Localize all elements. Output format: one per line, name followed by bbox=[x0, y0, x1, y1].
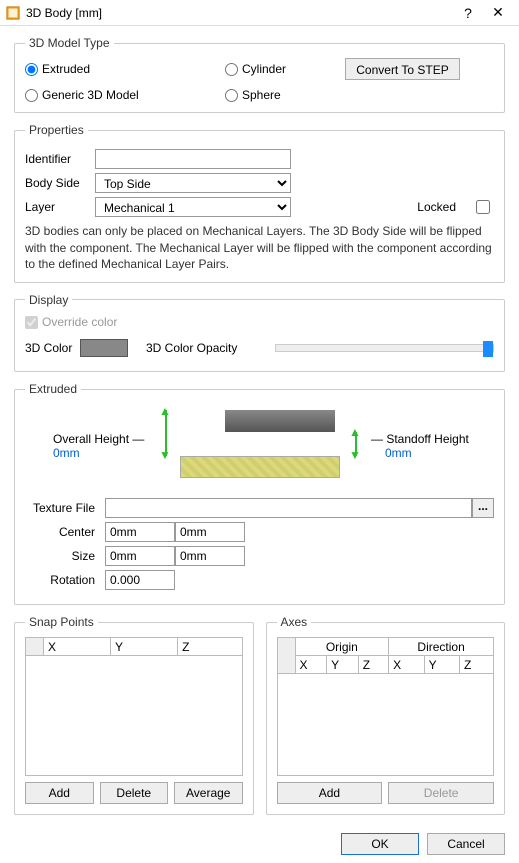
layer-select[interactable]: Mechanical 1 bbox=[95, 197, 291, 217]
override-color-checkbox[interactable]: Override color bbox=[25, 315, 117, 329]
help-icon[interactable]: ? bbox=[453, 5, 483, 21]
identifier-input[interactable] bbox=[95, 149, 291, 169]
texture-file-label: Texture File bbox=[25, 501, 105, 515]
texture-file-input[interactable] bbox=[105, 498, 472, 518]
identifier-label: Identifier bbox=[25, 152, 95, 166]
size-label: Size bbox=[25, 549, 105, 563]
bodyside-label: Body Side bbox=[25, 176, 95, 190]
model-type-legend: 3D Model Type bbox=[25, 36, 114, 50]
locked-checkbox[interactable] bbox=[476, 200, 490, 214]
locked-label: Locked bbox=[417, 200, 456, 214]
extruded-diagram: ▲ ▼ ▲ ▼ Overall Height — 0mm — Standoff … bbox=[45, 404, 494, 484]
standoff-height-label: Standoff Height bbox=[386, 432, 469, 446]
opacity-label: 3D Color Opacity bbox=[146, 341, 237, 355]
bodyside-select[interactable]: Top Side bbox=[95, 173, 291, 193]
3d-color-label: 3D Color bbox=[25, 341, 80, 355]
window-title: 3D Body [mm] bbox=[26, 6, 453, 20]
center-label: Center bbox=[25, 525, 105, 539]
snap-points-table[interactable]: XYZ bbox=[25, 637, 243, 656]
size-x-input[interactable] bbox=[105, 546, 175, 566]
axes-add-button[interactable]: Add bbox=[277, 782, 383, 804]
display-legend: Display bbox=[25, 293, 72, 307]
center-y-input[interactable] bbox=[175, 522, 245, 542]
overall-height-label: Overall Height bbox=[53, 432, 129, 446]
axes-legend: Axes bbox=[277, 615, 312, 629]
axes-table[interactable]: OriginDirection XYZXYZ bbox=[277, 637, 495, 674]
extruded-group: Extruded ▲ ▼ ▲ ▼ Overall Height — 0mm — … bbox=[14, 382, 505, 605]
snap-add-button[interactable]: Add bbox=[25, 782, 94, 804]
snap-points-group: Snap Points XYZ Add Delete Average bbox=[14, 615, 254, 815]
titlebar: 3D Body [mm] ? ✕ bbox=[0, 0, 519, 26]
extruded-legend: Extruded bbox=[25, 382, 81, 396]
axes-delete-button: Delete bbox=[388, 782, 494, 804]
rotation-label: Rotation bbox=[25, 573, 105, 587]
opacity-slider[interactable] bbox=[275, 344, 494, 352]
snap-points-legend: Snap Points bbox=[25, 615, 98, 629]
size-y-input[interactable] bbox=[175, 546, 245, 566]
model-type-group: 3D Model Type Extruded Cylinder Convert … bbox=[14, 36, 505, 113]
layer-label: Layer bbox=[25, 200, 95, 214]
radio-sphere[interactable]: Sphere bbox=[225, 88, 345, 102]
center-x-input[interactable] bbox=[105, 522, 175, 542]
rotation-input[interactable] bbox=[105, 570, 175, 590]
properties-help: 3D bodies can only be placed on Mechanic… bbox=[25, 223, 494, 272]
standoff-height-value[interactable]: 0mm bbox=[385, 446, 412, 460]
properties-legend: Properties bbox=[25, 123, 88, 137]
properties-group: Properties Identifier Body Side Top Side… bbox=[14, 123, 505, 283]
3d-color-swatch[interactable] bbox=[80, 339, 128, 357]
app-icon bbox=[6, 6, 20, 20]
axes-group: Axes OriginDirection XYZXYZ Add Delete bbox=[266, 615, 506, 815]
display-group: Display Override color 3D Color 3D Color… bbox=[14, 293, 505, 372]
cancel-button[interactable]: Cancel bbox=[427, 833, 505, 855]
overall-height-value[interactable]: 0mm bbox=[53, 446, 80, 460]
ok-button[interactable]: OK bbox=[341, 833, 419, 855]
radio-extruded[interactable]: Extruded bbox=[25, 62, 225, 76]
snap-average-button[interactable]: Average bbox=[174, 782, 243, 804]
snap-delete-button[interactable]: Delete bbox=[100, 782, 169, 804]
radio-generic[interactable]: Generic 3D Model bbox=[25, 88, 225, 102]
radio-cylinder[interactable]: Cylinder bbox=[225, 62, 345, 76]
texture-browse-button[interactable]: ... bbox=[472, 498, 494, 518]
convert-to-step-button[interactable]: Convert To STEP bbox=[345, 58, 460, 80]
close-icon[interactable]: ✕ bbox=[483, 4, 513, 21]
